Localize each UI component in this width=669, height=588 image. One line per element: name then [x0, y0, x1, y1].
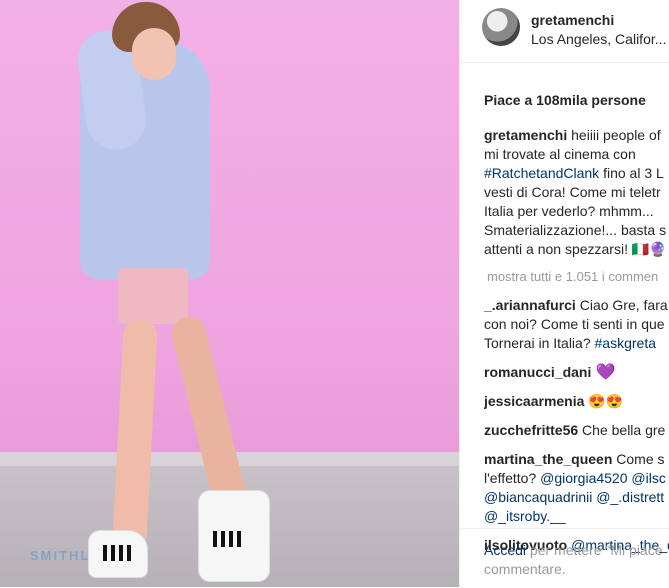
- comment: jessicaarmenia 😍😍: [484, 392, 669, 411]
- comment-text: Come s: [612, 451, 665, 467]
- purple-heart-icon: 💜: [591, 364, 616, 381]
- sneaker-left: [88, 530, 148, 578]
- caption-line: vesti di Cora! Come mi teletr: [484, 184, 661, 200]
- comment: romanucci_dani 💜: [484, 363, 669, 382]
- mention-link[interactable]: @giorgia4520: [540, 470, 627, 486]
- comment-text: Ciao Gre, fara: [575, 297, 668, 313]
- comments-list: gretamenchi heiiii people of mi trovate …: [484, 126, 669, 565]
- figure-face: [132, 28, 176, 80]
- comment: martina_the_queen Come s l'effetto? @gio…: [484, 450, 669, 526]
- username-link[interactable]: gretamenchi: [531, 12, 614, 28]
- comment-text: Tornerai in Italia?: [484, 335, 595, 351]
- hashtag-link[interactable]: #askgreta: [595, 335, 656, 351]
- caption-line: Italia per vederlo? mhmm...: [484, 203, 654, 219]
- post-sidebar: gretamenchi Los Angeles, Califor... Piac…: [459, 0, 669, 587]
- mention-link[interactable]: @biancaquadrinii: [484, 489, 592, 505]
- caption-line: Smaterializzazione!... basta s: [484, 222, 667, 238]
- figure-shorts: [118, 268, 188, 324]
- login-text-part: per mettere "Mi piace: [526, 542, 663, 558]
- login-prompt: Accedi per mettere "Mi piace commentare.: [460, 528, 669, 588]
- caption-line: mi trovate al cinema con: [484, 146, 636, 162]
- comment-text: con noi? Come ti senti in que: [484, 316, 665, 332]
- stencil-text: SMITHL: [30, 548, 91, 563]
- location-link[interactable]: Los Angeles, Califor...: [531, 31, 666, 47]
- mention-link[interactable]: @ilsc: [628, 470, 665, 486]
- show-all-comments-link[interactable]: mostra tutti e 1.051 i commen: [487, 269, 669, 284]
- caption: gretamenchi heiiii people of mi trovate …: [484, 126, 669, 259]
- comment-text: Che bella gre: [578, 422, 666, 438]
- sneaker-right: [198, 490, 270, 582]
- comment-user[interactable]: martina_the_queen: [484, 451, 612, 467]
- comment: zucchefritte56 Che bella gre: [484, 421, 669, 440]
- mention-link[interactable]: @_.distrett: [592, 489, 664, 505]
- caption-user[interactable]: gretamenchi: [484, 127, 567, 143]
- caption-text: heiiii people of: [571, 127, 661, 143]
- comment-user[interactable]: zucchefritte56: [484, 422, 578, 438]
- login-link[interactable]: Accedi: [484, 542, 526, 558]
- login-text-part: commentare.: [484, 561, 566, 577]
- comment-user[interactable]: jessicaarmenia: [484, 393, 584, 409]
- comment: _.ariannafurci Ciao Gre, fara con noi? C…: [484, 296, 669, 353]
- comment-user[interactable]: romanucci_dani: [484, 364, 591, 380]
- likes-count[interactable]: Piace a 108mila persone: [484, 92, 646, 108]
- caption-line: fino al 3 L: [599, 165, 664, 181]
- mention-link[interactable]: @_itsroby.__: [484, 508, 566, 524]
- comment-text: l'effetto?: [484, 470, 541, 486]
- caption-line: attenti a non spezzarsi! 🇮🇹🔮: [484, 241, 667, 257]
- post-header: gretamenchi Los Angeles, Califor...: [460, 0, 669, 63]
- hashtag-link[interactable]: #RatchetandClank: [484, 165, 599, 181]
- comment-user[interactable]: _.ariannafurci: [484, 297, 576, 313]
- avatar[interactable]: [482, 8, 520, 46]
- post-photo[interactable]: SMITHL: [0, 0, 459, 587]
- heart-eyes-emoji-icon: 😍😍: [584, 393, 624, 409]
- login-text: Accedi per mettere "Mi piace commentare.: [484, 541, 663, 579]
